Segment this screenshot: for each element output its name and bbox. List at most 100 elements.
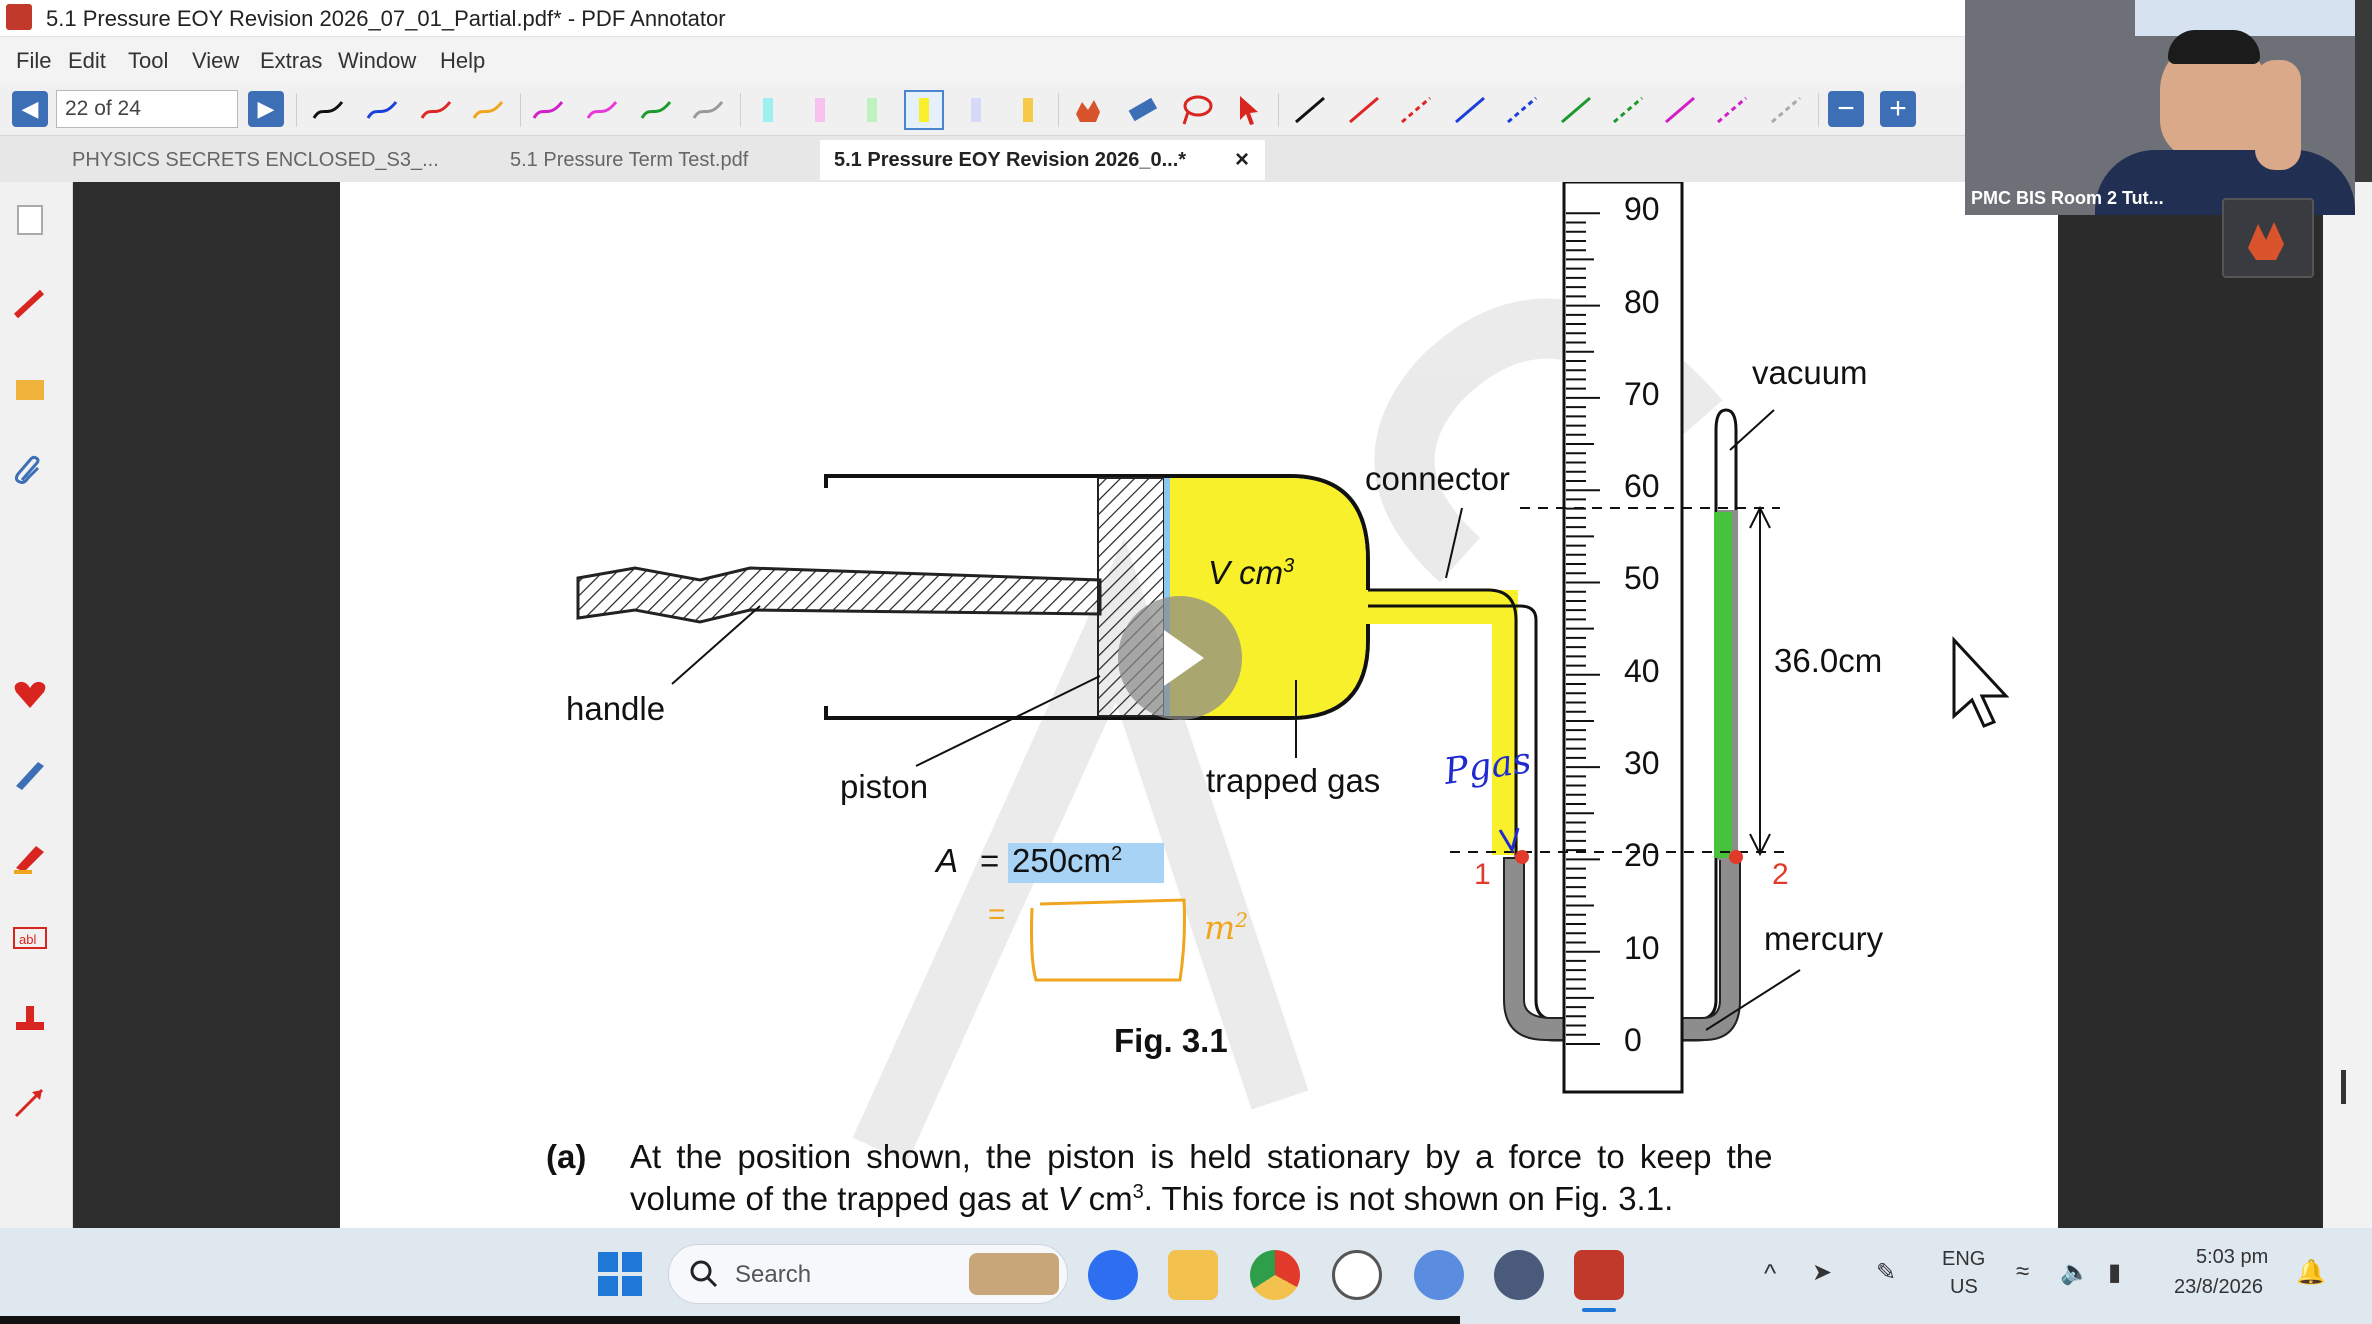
dashed-line-green-tool[interactable] (1608, 90, 1648, 130)
menu-bar: File Edit Tool View Extras Window Help (0, 37, 1965, 85)
pen-orange-tool[interactable] (468, 90, 508, 130)
tab-physics-secrets[interactable]: PHYSICS SECRETS ENCLOSED_S3_... (58, 140, 453, 180)
menu-help[interactable]: Help (440, 48, 485, 74)
highlighter-orange-tool[interactable] (1008, 90, 1048, 130)
folder-icon[interactable] (8, 366, 52, 410)
pen-green-tool[interactable] (636, 90, 676, 130)
windows-start-icon[interactable] (596, 1250, 644, 1298)
rule-label: 80 (1624, 283, 1660, 320)
raise-hand-icon[interactable] (2222, 198, 2314, 278)
question-line-1: At the position shown, the piston is hel… (630, 1138, 1773, 1175)
menu-view[interactable]: View (192, 48, 239, 74)
rule-label: 70 (1624, 375, 1660, 412)
menu-extras[interactable]: Extras (260, 48, 322, 74)
pen-blue-tool[interactable] (362, 90, 402, 130)
pdf-annotator-taskbar-icon[interactable] (1574, 1250, 1624, 1300)
heart-icon[interactable] (8, 672, 52, 716)
rule-label: 10 (1624, 929, 1660, 966)
highlighter-green-tool[interactable] (852, 90, 892, 130)
zoom-app-icon[interactable] (1088, 1250, 1138, 1300)
dashed-line-gray-tool[interactable] (1766, 90, 1806, 130)
pen-black-tool[interactable] (308, 90, 348, 130)
line-blue-tool[interactable] (1450, 90, 1490, 130)
brush-icon[interactable] (8, 752, 52, 796)
language-indicator-top[interactable]: ENG (1942, 1248, 1985, 1271)
text-box-icon[interactable]: abl (8, 916, 52, 960)
point-2-annotation: 2 (1772, 858, 1789, 891)
line-red-tool[interactable] (1344, 90, 1384, 130)
menu-file[interactable]: File (16, 48, 51, 74)
volume-icon[interactable]: 🔈 (2060, 1258, 2090, 1287)
chrome-icon[interactable] (1250, 1250, 1300, 1300)
line-green-tool[interactable] (1556, 90, 1596, 130)
pen-icon[interactable] (8, 282, 52, 326)
highlighter-cyan-tool[interactable] (748, 90, 788, 130)
settings-app-icon[interactable] (1494, 1250, 1544, 1300)
clock-app-icon[interactable] (1332, 1250, 1382, 1300)
lasso-icon[interactable] (1176, 90, 1216, 130)
dashed-line-magenta-tool[interactable] (1712, 90, 1752, 130)
stamp-icon[interactable] (8, 998, 52, 1042)
dashed-line-blue-tool[interactable] (1502, 90, 1542, 130)
window-title: 5.1 Pressure EOY Revision 2026_07_01_Par… (46, 6, 726, 31)
active-app-indicator (1582, 1308, 1616, 1312)
highlighter-lavender-tool[interactable] (956, 90, 996, 130)
tray-overflow-chevron-icon[interactable]: ^ (1764, 1258, 1776, 1289)
notifications-icon[interactable]: 🔔 (2296, 1258, 2326, 1287)
zoom-out-button[interactable]: − (1828, 91, 1864, 127)
pen-magenta-tool[interactable] (528, 90, 568, 130)
taskbar-search[interactable]: Search (668, 1244, 1068, 1304)
menu-edit[interactable]: Edit (68, 48, 106, 74)
close-tab-icon[interactable]: × (1235, 140, 1249, 180)
location-icon[interactable]: ➤ (1812, 1258, 1832, 1287)
area-symbol: A (936, 842, 959, 879)
highlighter-pink-tool[interactable] (800, 90, 840, 130)
answer-box-sketch (1030, 898, 1186, 982)
pen-red-tool[interactable] (416, 90, 456, 130)
answer-unit-annotation: m2 (1204, 908, 1249, 947)
whiteboard-app-icon[interactable] (1414, 1250, 1464, 1300)
line-black-tool[interactable] (1290, 90, 1330, 130)
participant-name-label: PMC BIS Room 2 Tut... (1971, 188, 2164, 208)
menu-window[interactable]: Window (338, 48, 416, 74)
clock-date[interactable]: 23/8/2026 (2174, 1276, 2263, 1299)
battery-icon[interactable]: ▮ (2108, 1258, 2121, 1287)
blank-page-icon[interactable] (8, 198, 52, 242)
pen-pink-tool[interactable] (582, 90, 622, 130)
previous-page-button[interactable]: ◀ (12, 91, 48, 127)
point-1-dot (1515, 850, 1529, 864)
zoom-in-button[interactable]: + (1880, 91, 1916, 127)
next-page-button[interactable]: ▶ (248, 91, 284, 127)
highlighter-icon[interactable] (8, 834, 52, 878)
height-36cm-label: 36.0cm (1774, 642, 1883, 679)
select-arrow-icon[interactable] (1228, 90, 1268, 130)
mouse-cursor-icon (1952, 636, 2010, 728)
right-margin-panel (2058, 182, 2323, 1228)
vertical-scrollbar[interactable] (2323, 182, 2372, 1228)
tab-pressure-eoy-revision[interactable]: 5.1 Pressure EOY Revision 2026_0...* × (820, 140, 1265, 180)
paperclip-icon[interactable] (8, 450, 52, 494)
pdf-annotator-icon (6, 4, 32, 30)
highlighter-yellow-tool[interactable] (904, 90, 944, 130)
clock-time[interactable]: 5:03 pm (2196, 1246, 2268, 1269)
pen-gray-tool[interactable] (688, 90, 728, 130)
windows-taskbar: Search ^ ➤ ✎ ENG US ≈ 🔈 ▮ 5:03 pm 23/8/2… (0, 1228, 2372, 1324)
participant-hand (2255, 60, 2301, 170)
eraser-icon[interactable] (1122, 90, 1162, 130)
dashed-line-red-tool[interactable] (1396, 90, 1436, 130)
page-number-field[interactable]: 22 of 24 (56, 90, 238, 128)
menu-tool[interactable]: Tool (128, 48, 168, 74)
arrow-icon[interactable] (8, 1080, 52, 1124)
question-line-2: volume of the trapped gas at V cm3. This… (630, 1180, 1674, 1217)
pen-tray-icon[interactable]: ✎ (1876, 1258, 1896, 1287)
scrollbar-thumb[interactable] (2341, 1070, 2346, 1104)
left-tool-strip: abl (0, 182, 73, 1228)
hand-pan-icon[interactable] (1068, 90, 1108, 130)
file-explorer-icon[interactable] (1168, 1250, 1218, 1300)
tab-pressure-term-test[interactable]: 5.1 Pressure Term Test.pdf (496, 140, 762, 180)
video-call-overlay[interactable]: PMC BIS Room 2 Tut... (1965, 0, 2355, 215)
line-magenta-tool[interactable] (1660, 90, 1700, 130)
language-indicator-bottom[interactable]: US (1950, 1276, 1978, 1299)
wifi-icon[interactable]: ≈ (2016, 1258, 2029, 1286)
mercury-label: mercury (1764, 920, 1884, 957)
